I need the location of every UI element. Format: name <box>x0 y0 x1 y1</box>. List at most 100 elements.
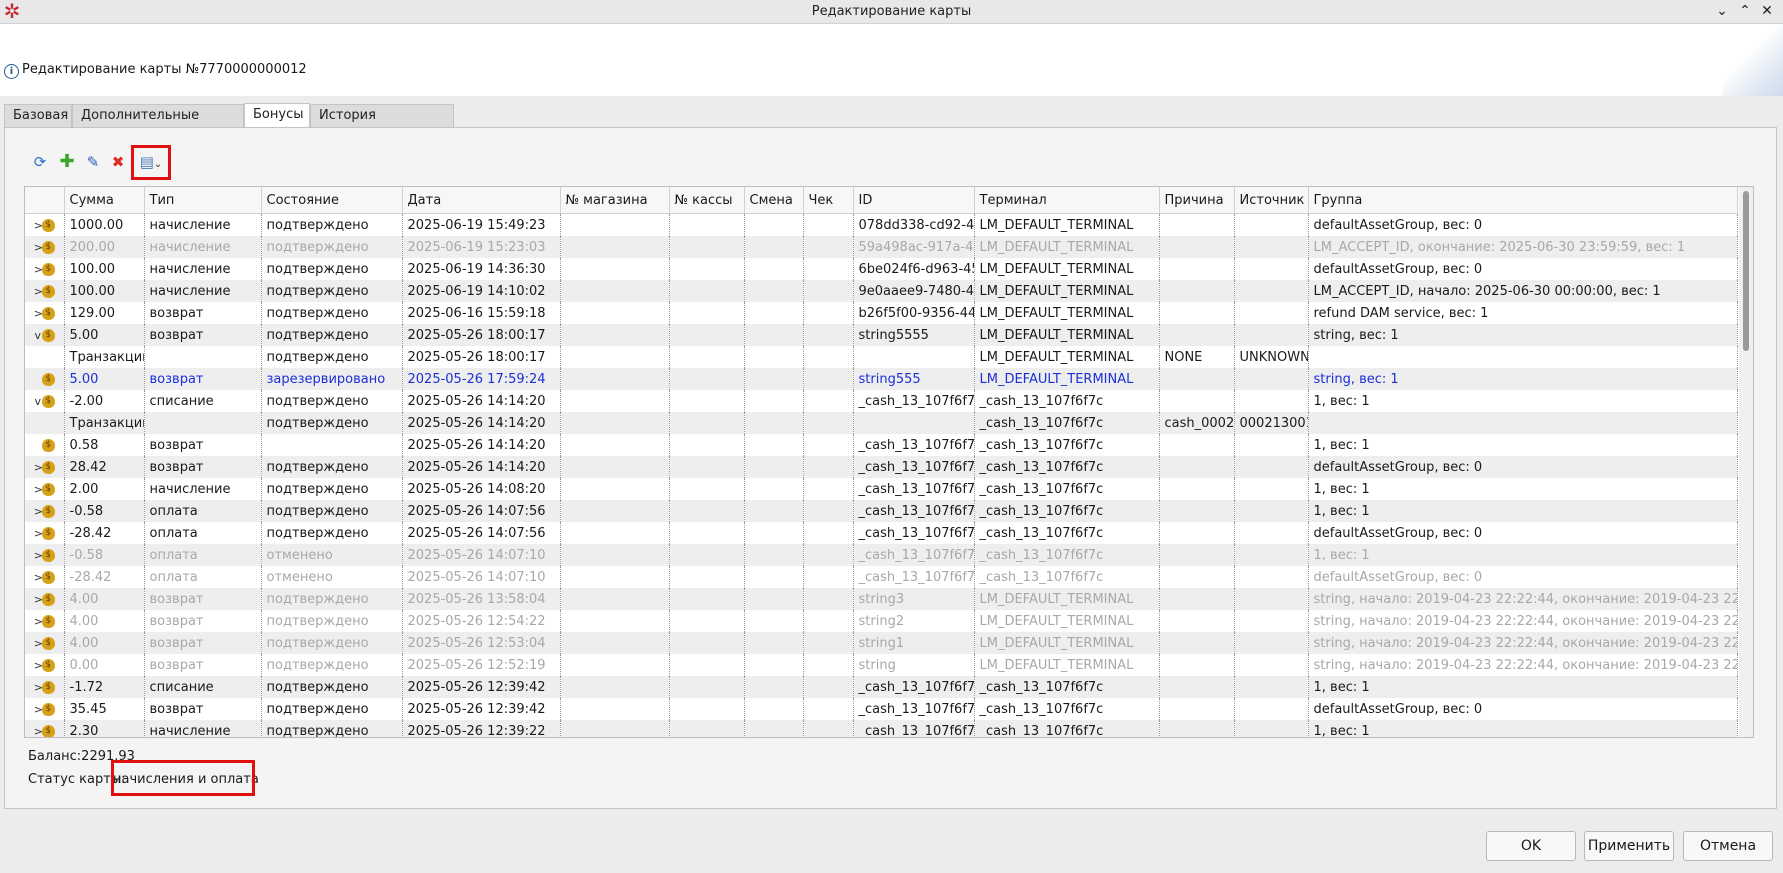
row-expander-cell[interactable]: > $ <box>25 236 65 258</box>
refresh-icon[interactable]: ⟳ <box>30 152 50 172</box>
chevron-right-icon[interactable]: > <box>34 703 43 716</box>
row-expander-cell[interactable]: > $ <box>25 654 65 676</box>
row-expander-cell[interactable]: > $ <box>25 610 65 632</box>
table-row[interactable]: > $ -0.58 оплата отменено 2025-05-26 14:07:10… <box>25 544 1738 566</box>
column-header[interactable]: № магазина <box>560 187 670 214</box>
table-row[interactable]: $5.00 возврат зарезервировано 2025-05-26 17… <box>25 368 1738 390</box>
chevron-down-icon[interactable]: v <box>34 395 42 408</box>
table-row[interactable]: v $ -2.00 списание подтверждено 2025-05-26 14… <box>25 390 1738 412</box>
row-expander-cell[interactable] <box>25 412 65 434</box>
chevron-right-icon[interactable]: > <box>34 307 43 320</box>
vertical-scrollbar[interactable] <box>1739 187 1753 737</box>
cancel-button[interactable]: Отмена <box>1683 831 1773 861</box>
column-header[interactable]: Источник <box>1234 187 1309 214</box>
chevron-right-icon[interactable]: > <box>34 483 43 496</box>
chevron-right-icon[interactable]: > <box>34 725 43 738</box>
row-expander-cell[interactable]: > $ <box>25 258 65 280</box>
table-row[interactable]: > $0.00 возврат подтверждено 2025-05-26 12:5… <box>25 654 1738 676</box>
tab-change-history[interactable]: История изменений <box>310 104 454 145</box>
table-row[interactable]: Транзакции подтверждено 2025-05-26 18:00:1… <box>25 346 1738 368</box>
table-row[interactable]: $0.58 возврат 2025-05-26 14:14:20 _cash_13_… <box>25 434 1738 456</box>
chevron-right-icon[interactable]: > <box>34 505 43 518</box>
add-icon[interactable]: ✚ <box>57 152 77 172</box>
column-header[interactable]: Чек <box>803 187 854 214</box>
chevron-right-icon[interactable]: > <box>34 461 43 474</box>
row-expander-cell[interactable]: $ <box>25 434 65 456</box>
table-cell <box>803 368 854 390</box>
chevron-right-icon[interactable]: > <box>34 549 43 562</box>
chevron-right-icon[interactable]: > <box>34 571 43 584</box>
table-row[interactable]: > $4.00 возврат подтверждено 2025-05-26 13:5… <box>25 588 1738 610</box>
apply-button[interactable]: Применить <box>1584 831 1674 861</box>
row-expander-cell[interactable]: v $ <box>25 390 65 412</box>
table-row[interactable]: Транзакции подтверждено 2025-05-26 14:14:2… <box>25 412 1738 434</box>
ok-button[interactable]: OK <box>1486 831 1576 861</box>
chevron-down-icon[interactable]: v <box>34 329 42 342</box>
table-row[interactable]: > $2.30 начисление подтверждено 2025-05-26 1… <box>25 720 1738 738</box>
delete-icon[interactable]: ✖ <box>108 152 128 172</box>
row-expander-cell[interactable]: > $ <box>25 588 65 610</box>
table-row[interactable]: > $2.00 начисление подтверждено 2025-05-26 1… <box>25 478 1738 500</box>
scrollbar-thumb[interactable] <box>1743 191 1749 351</box>
row-expander-cell[interactable]: > $ <box>25 500 65 522</box>
chevron-right-icon[interactable]: > <box>34 681 43 694</box>
column-header[interactable] <box>25 187 65 214</box>
column-header[interactable]: Состояние <box>261 187 403 214</box>
chevron-right-icon[interactable]: > <box>34 637 43 650</box>
chevron-right-icon[interactable]: > <box>34 593 43 606</box>
row-expander-cell[interactable]: > $ <box>25 478 65 500</box>
maximize-icon[interactable]: ⌃ <box>1735 1 1755 21</box>
table-row[interactable]: v $5.00 возврат подтверждено 2025-05-26 18:0… <box>25 324 1738 346</box>
row-expander-cell[interactable]: > $ <box>25 676 65 698</box>
row-expander-cell[interactable]: > $ <box>25 522 65 544</box>
row-expander-cell[interactable]: > $ <box>25 698 65 720</box>
tab-additional-cards[interactable]: Дополнительные карты <box>72 104 244 145</box>
chevron-right-icon[interactable]: > <box>34 527 43 540</box>
chevron-right-icon[interactable]: > <box>34 285 43 298</box>
table-row[interactable]: > $4.00 возврат подтверждено 2025-05-26 12:5… <box>25 610 1738 632</box>
table-row[interactable]: > $ -28.42 оплата отменено 2025-05-26 14:07:1… <box>25 566 1738 588</box>
row-expander-cell[interactable]: > $ <box>25 632 65 654</box>
bonus-transactions-table[interactable]: Сумма Тип Состояние Дата № магазина № кассы См… <box>24 186 1754 738</box>
chevron-right-icon[interactable]: > <box>34 615 43 628</box>
chevron-right-icon[interactable]: > <box>34 219 43 232</box>
row-expander-cell[interactable]: > $ <box>25 280 65 302</box>
tab-basic[interactable]: Базовая <box>4 104 72 127</box>
column-header[interactable]: Терминал <box>974 187 1160 214</box>
table-row[interactable]: > $100.00 начисление подтверждено 2025-06-19… <box>25 258 1738 280</box>
table-row[interactable]: > $100.00 начисление подтверждено 2025-06-19… <box>25 280 1738 302</box>
row-expander-cell[interactable]: > $ <box>25 566 65 588</box>
table-row[interactable]: > $28.42 возврат подтверждено 2025-05-26 14:… <box>25 456 1738 478</box>
column-header[interactable]: Группа <box>1308 187 1738 214</box>
table-row[interactable]: > $ -1.72 списание подтверждено 2025-05-26 12… <box>25 676 1738 698</box>
row-expander-cell[interactable]: v $ <box>25 324 65 346</box>
table-row[interactable]: > $200.00 начисление подтверждено 2025-06-19… <box>25 236 1738 258</box>
chevron-right-icon[interactable]: > <box>34 659 43 672</box>
table-row[interactable]: > $35.45 возврат подтверждено 2025-05-26 12:… <box>25 698 1738 720</box>
column-header[interactable]: Сумма <box>64 187 145 214</box>
minimize-icon[interactable]: ⌄ <box>1712 1 1732 21</box>
column-header[interactable]: Дата <box>402 187 561 214</box>
column-header[interactable]: Смена <box>744 187 804 214</box>
table-row[interactable]: > $129.00 возврат подтверждено 2025-06-16 15… <box>25 302 1738 324</box>
table-row[interactable]: > $ -28.42 оплата подтверждено 2025-05-26 14:… <box>25 522 1738 544</box>
table-row[interactable]: > $ -0.58 оплата подтверждено 2025-05-26 14:0… <box>25 500 1738 522</box>
row-expander-cell[interactable]: > $ <box>25 720 65 738</box>
chevron-right-icon[interactable]: > <box>34 263 43 276</box>
row-expander-cell[interactable]: > $ <box>25 302 65 324</box>
tab-bonuses[interactable]: Бонусы <box>244 103 310 128</box>
chevron-right-icon[interactable]: > <box>34 241 43 254</box>
column-header[interactable]: Причина <box>1159 187 1235 214</box>
column-header[interactable]: № кассы <box>669 187 745 214</box>
edit-icon[interactable]: ✎ <box>83 152 103 172</box>
table-row[interactable]: > $4.00 возврат подтверждено 2025-05-26 12:5… <box>25 632 1738 654</box>
row-expander-cell[interactable]: > $ <box>25 544 65 566</box>
row-expander-cell[interactable] <box>25 346 65 368</box>
row-expander-cell[interactable]: $ <box>25 368 65 390</box>
row-expander-cell[interactable]: > $ <box>25 213 65 236</box>
column-header[interactable]: ID <box>853 187 975 214</box>
close-icon[interactable]: ✕ <box>1757 1 1777 21</box>
row-expander-cell[interactable]: > $ <box>25 456 65 478</box>
table-row[interactable]: > $1000.00 начисление подтверждено 2025-06-1… <box>25 213 1738 236</box>
column-header[interactable]: Тип <box>144 187 262 214</box>
